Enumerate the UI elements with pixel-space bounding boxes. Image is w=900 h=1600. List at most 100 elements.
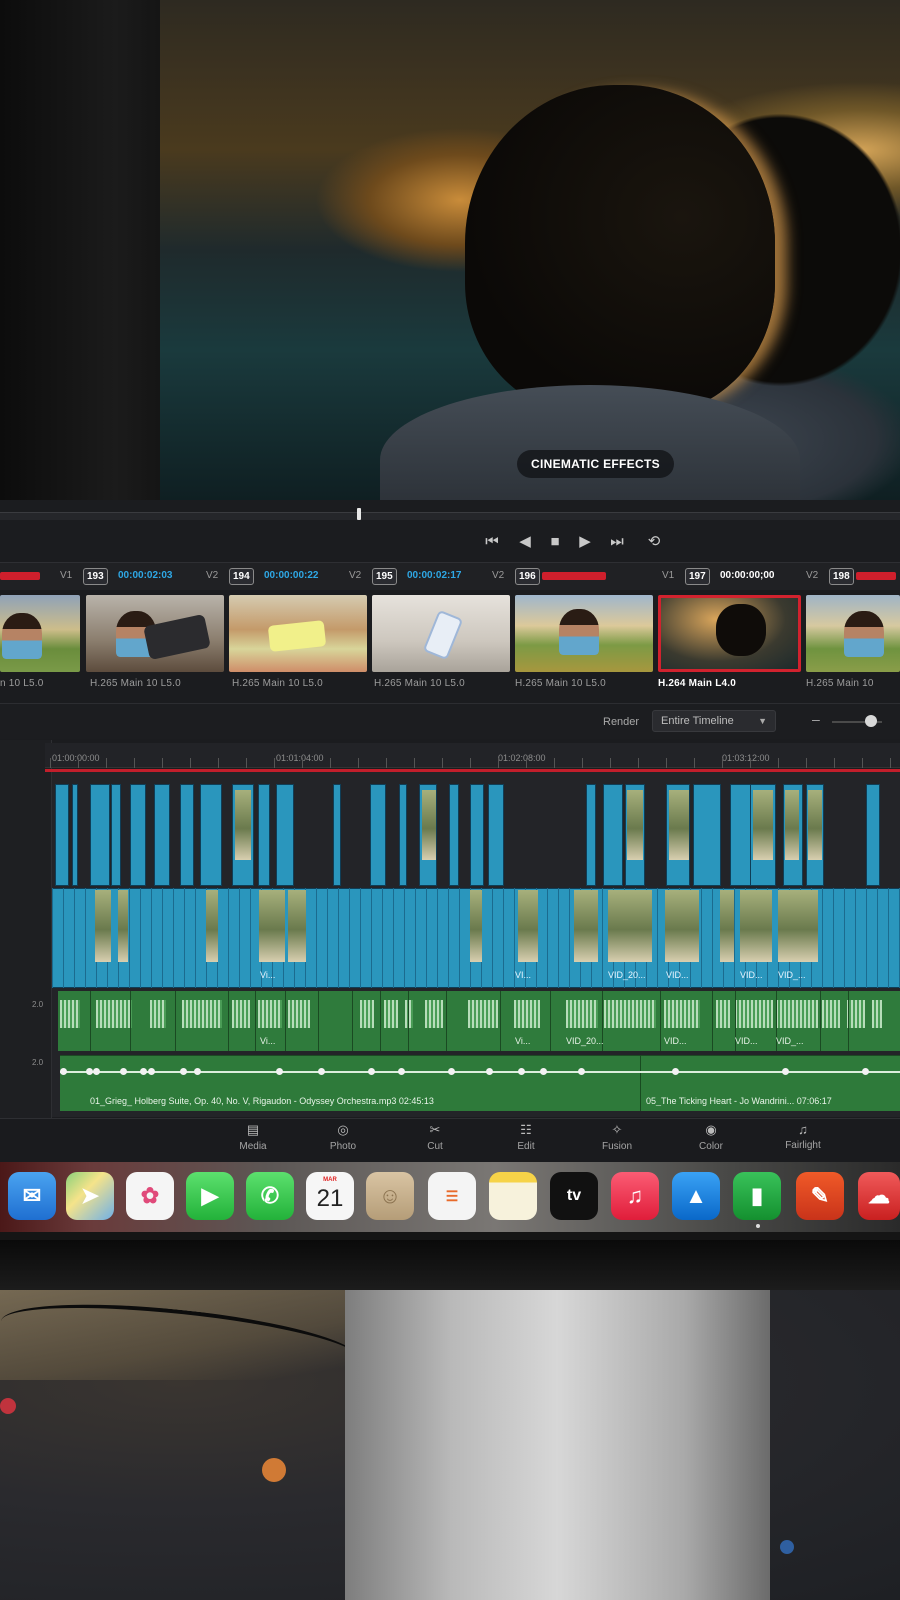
- volume-keyframe[interactable]: [148, 1068, 155, 1075]
- video-clip-v2[interactable]: [55, 784, 69, 886]
- video-clip-v2[interactable]: [603, 784, 623, 886]
- contacts-app-icon[interactable]: ☺: [366, 1172, 414, 1220]
- video-clip-v2[interactable]: [586, 784, 596, 886]
- video-clip-v2[interactable]: [399, 784, 407, 886]
- skip-to-end-icon[interactable]: ⏭: [603, 525, 631, 559]
- play-icon[interactable]: ▶: [571, 525, 599, 559]
- scrubber-playhead[interactable]: [357, 508, 361, 520]
- ruler-tick: [330, 758, 331, 768]
- reminders-app-icon[interactable]: ☰: [428, 1172, 476, 1220]
- clip-frame-thumbnail: [785, 790, 799, 860]
- timeline-ruler[interactable]: [45, 743, 900, 768]
- caption-badge: CINEMATIC EFFECTS: [517, 450, 674, 478]
- video-clip-v2[interactable]: [449, 784, 459, 886]
- volume-keyframe[interactable]: [318, 1068, 325, 1075]
- clip-thumbnail-selected[interactable]: [658, 595, 801, 672]
- clip-number-badge[interactable]: 195: [372, 568, 397, 585]
- clip-thumbnail[interactable]: [86, 595, 224, 672]
- notes-app-icon[interactable]: [489, 1172, 537, 1220]
- video-clip-v2[interactable]: [488, 784, 504, 886]
- app-icon-partial[interactable]: ☁: [858, 1172, 900, 1220]
- video-clip-v2[interactable]: [111, 784, 121, 886]
- volume-keyframe[interactable]: [540, 1068, 547, 1075]
- video-clip-v2[interactable]: [276, 784, 294, 886]
- video-clip-v2[interactable]: [693, 784, 721, 886]
- viewer-scrubber[interactable]: [0, 512, 900, 520]
- ruler-tick: [470, 758, 471, 768]
- calendar-app-icon[interactable]: MAR 21: [306, 1172, 354, 1220]
- numbers-app-icon[interactable]: ▮: [733, 1172, 781, 1220]
- fairlight-page-button[interactable]: ♫ Fairlight: [768, 1122, 838, 1151]
- keynote-app-icon[interactable]: ▲: [672, 1172, 720, 1220]
- music-app-icon[interactable]: ♫: [611, 1172, 659, 1220]
- volume-keyframe[interactable]: [862, 1068, 869, 1075]
- volume-keyframe[interactable]: [782, 1068, 789, 1075]
- video-clip-v2[interactable]: [200, 784, 222, 886]
- clip-number-badge[interactable]: 198: [829, 568, 854, 585]
- pages-app-icon[interactable]: ✎: [796, 1172, 844, 1220]
- audio-waveform: [468, 1000, 498, 1028]
- photo-page-button[interactable]: ◎ Photo: [308, 1122, 378, 1152]
- stop-icon[interactable]: ■: [541, 525, 569, 559]
- play-reverse-icon[interactable]: ◀: [511, 525, 539, 559]
- clip-edge: [602, 888, 603, 988]
- volume-keyframe[interactable]: [672, 1068, 679, 1075]
- video-clip-v2[interactable]: [90, 784, 110, 886]
- video-clip-v2[interactable]: [333, 784, 341, 886]
- clip-thumbnail[interactable]: [515, 595, 653, 672]
- clip-edge: [382, 888, 383, 988]
- video-clip-v2[interactable]: [866, 784, 880, 886]
- clip-number-badge[interactable]: 196: [515, 568, 540, 585]
- facetime-app-icon[interactable]: ▶: [186, 1172, 234, 1220]
- audio-clip-edge: [712, 991, 713, 1051]
- volume-keyframe[interactable]: [194, 1068, 201, 1075]
- clip-number-badge[interactable]: 194: [229, 568, 254, 585]
- volume-keyframe[interactable]: [518, 1068, 525, 1075]
- ruler-tick: [442, 758, 443, 768]
- volume-keyframe[interactable]: [180, 1068, 187, 1075]
- video-clip-v2[interactable]: [258, 784, 270, 886]
- loop-icon[interactable]: ⟲: [640, 525, 668, 559]
- zoom-out-icon[interactable]: –: [812, 711, 820, 727]
- volume-keyframe[interactable]: [368, 1068, 375, 1075]
- clip-number-badge[interactable]: 197: [685, 568, 710, 585]
- tv-app-icon[interactable]: tv: [550, 1172, 598, 1220]
- clip-thumbnail[interactable]: [0, 595, 80, 672]
- volume-keyframe[interactable]: [86, 1068, 93, 1075]
- edit-page-button[interactable]: ☷ Edit: [491, 1122, 561, 1152]
- media-page-button[interactable]: ▤ Media: [218, 1122, 288, 1152]
- video-clip-v2[interactable]: [730, 784, 752, 886]
- color-page-button[interactable]: ◉ Color: [676, 1122, 746, 1152]
- photos-app-icon[interactable]: ✿: [126, 1172, 174, 1220]
- video-clip-v2[interactable]: [72, 784, 78, 886]
- volume-keyframe[interactable]: [276, 1068, 283, 1075]
- cut-page-button[interactable]: ✂ Cut: [400, 1122, 470, 1152]
- phone-app-icon[interactable]: ✆: [246, 1172, 294, 1220]
- ruler-tick: [806, 758, 807, 768]
- audio-clip-edge: [550, 991, 551, 1051]
- clip-thumbnail[interactable]: [229, 595, 367, 672]
- render-range-select[interactable]: Entire Timeline ▼: [652, 710, 776, 732]
- volume-keyframe[interactable]: [486, 1068, 493, 1075]
- skip-to-start-icon[interactable]: ⏮: [478, 525, 506, 559]
- clip-number-badge[interactable]: 193: [83, 568, 108, 585]
- volume-keyframe[interactable]: [93, 1068, 100, 1075]
- clip-edge: [338, 888, 339, 988]
- volume-keyframe[interactable]: [398, 1068, 405, 1075]
- video-clip-v2[interactable]: [130, 784, 146, 886]
- volume-keyframe[interactable]: [578, 1068, 585, 1075]
- video-clip-v2[interactable]: [180, 784, 194, 886]
- volume-keyframe[interactable]: [140, 1068, 147, 1075]
- clip-thumbnail[interactable]: [806, 595, 900, 672]
- zoom-slider-knob[interactable]: [865, 715, 877, 727]
- fusion-page-button[interactable]: ✧ Fusion: [582, 1122, 652, 1152]
- volume-keyframe[interactable]: [60, 1068, 67, 1075]
- maps-app-icon[interactable]: ➤: [66, 1172, 114, 1220]
- clip-thumbnail[interactable]: [372, 595, 510, 672]
- video-clip-v2[interactable]: [470, 784, 484, 886]
- volume-keyframe[interactable]: [448, 1068, 455, 1075]
- mail-app-icon[interactable]: ✉: [8, 1172, 56, 1220]
- video-clip-v2[interactable]: [370, 784, 386, 886]
- volume-keyframe[interactable]: [120, 1068, 127, 1075]
- video-clip-v2[interactable]: [154, 784, 170, 886]
